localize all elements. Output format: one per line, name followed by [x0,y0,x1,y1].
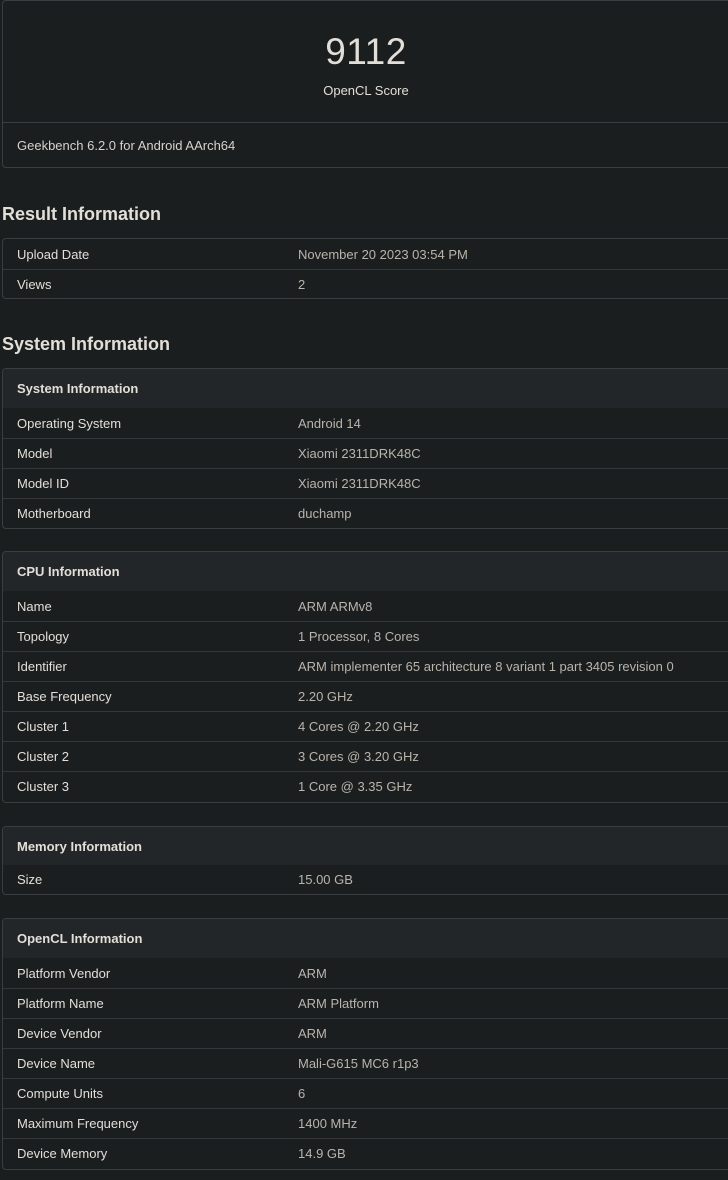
row-key: Compute Units [17,1086,103,1101]
row-value: 4 Cores @ 2.20 GHz [298,719,419,734]
row-value: duchamp [298,506,352,521]
opencl-score-label: OpenCL Score [323,83,409,98]
table-row: Model ID Xiaomi 2311DRK48C [3,468,728,498]
opencl-score-value: 9112 [325,31,407,72]
system-information-table: System Information Operating System Andr… [2,368,728,529]
score-card: 9112 OpenCL Score Geekbench 6.2.0 for An… [2,0,728,168]
row-value: 14.9 GB [298,1146,346,1161]
row-key: Size [17,872,43,887]
table-row: Motherboard duchamp [3,498,728,528]
table-row: Platform Vendor ARM [3,958,728,988]
row-value: 15.00 GB [298,872,353,887]
row-value: 2 [298,277,306,292]
table-row: Operating System Android 14 [3,408,728,438]
row-value: 3 Cores @ 3.20 GHz [298,749,419,764]
row-value: 1 Core @ 3.35 GHz [298,779,413,794]
row-key: Operating System [17,415,122,431]
result-information-table: Upload Date November 20 2023 03:54 PM Vi… [2,238,728,299]
row-key: Platform Vendor [17,965,111,981]
table-row: Cluster 1 4 Cores @ 2.20 GHz [3,711,728,741]
row-value: ARM implementer 65 architecture 8 varian… [298,659,674,674]
row-key: Cluster 2 [17,749,70,764]
table-row: Upload Date November 20 2023 03:54 PM [3,239,728,269]
table-row: Base Frequency 2.20 GHz [3,681,728,711]
row-key: Cluster 1 [17,719,70,734]
table-row: Device Name Mali-G615 MC6 r1p3 [3,1048,728,1078]
table-row: Maximum Frequency 1400 MHz [3,1108,728,1138]
table-row: Topology 1 Processor, 8 Cores [3,621,728,651]
row-key: Motherboard [17,506,91,521]
row-value: Xiaomi 2311DRK48C [298,476,421,491]
row-value: 1 Processor, 8 Cores [298,629,420,644]
table-row: Device Vendor ARM [3,1018,728,1048]
table-row: Compute Units 6 [3,1078,728,1108]
row-key: Model [17,446,53,461]
row-value: ARM [298,1026,327,1041]
row-key: Device Name [17,1056,96,1071]
opencl-information-table: OpenCL Information Platform Vendor ARM P… [2,918,728,1170]
row-key: Device Memory [17,1146,108,1161]
table-row: Identifier ARM implementer 65 architectu… [3,651,728,681]
row-key: Upload Date [17,246,90,262]
table-row: Platform Name ARM Platform [3,988,728,1018]
row-value: Mali-G615 MC6 r1p3 [298,1056,419,1071]
system-information-title: System Information [2,334,171,354]
table-header: System Information [3,369,728,408]
row-value: 2.20 GHz [298,689,353,704]
table-row: Views 2 [3,269,728,298]
table-row: Device Memory 14.9 GB [3,1138,728,1168]
table-row: Cluster 2 3 Cores @ 3.20 GHz [3,741,728,771]
table-row: Size 15.00 GB [3,865,728,894]
table-header: Memory Information [3,827,728,865]
row-key: Model ID [17,476,70,491]
row-value: Xiaomi 2311DRK48C [298,446,421,461]
row-key: Platform Name [17,996,104,1011]
table-row: Name ARM ARMv8 [3,591,728,621]
row-key: Identifier [17,659,67,674]
table-header: CPU Information [3,552,728,591]
row-value: November 20 2023 03:54 PM [298,246,468,262]
row-key: Topology [17,629,70,644]
row-value: ARM ARMv8 [298,598,373,614]
cpu-information-table: CPU Information Name ARM ARMv8 Topology … [2,551,728,803]
row-value: Android 14 [298,415,361,431]
row-value: ARM Platform [298,996,379,1011]
table-row: Model Xiaomi 2311DRK48C [3,438,728,468]
row-value: 1400 MHz [298,1116,358,1131]
result-information-title: Result Information [2,204,162,224]
memory-information-table: Memory Information Size 15.00 GB [2,826,728,895]
benchmark-version: Geekbench 6.2.0 for Android AArch64 [17,138,236,153]
row-key: Maximum Frequency [17,1116,139,1131]
row-key: Device Vendor [17,1026,102,1041]
row-key: Base Frequency [17,689,112,704]
table-header: OpenCL Information [3,919,728,958]
score-panel: 9112 OpenCL Score [3,1,728,123]
page: 9112 OpenCL Score Geekbench 6.2.0 for An… [0,0,728,1180]
row-value: 6 [298,1086,306,1101]
table-row: Cluster 3 1 Core @ 3.35 GHz [3,771,728,801]
row-key: Views [17,277,52,292]
row-key: Cluster 3 [17,779,70,794]
row-value: ARM [298,965,327,981]
row-key: Name [17,598,52,614]
